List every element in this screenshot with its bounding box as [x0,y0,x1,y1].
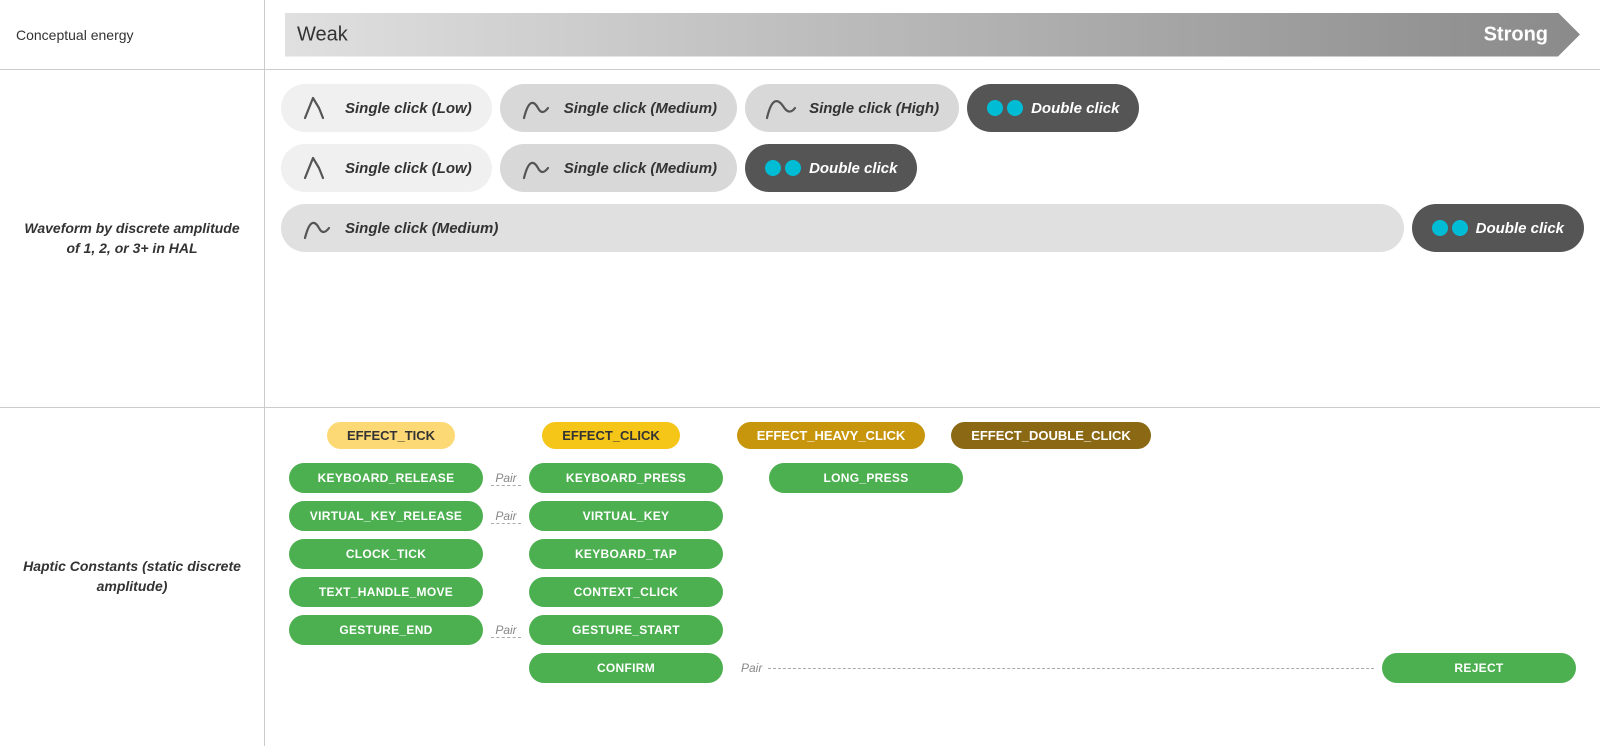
low-wave-icon-1 [301,90,337,126]
effect-tags-row: EFFECT_TICK EFFECT_CLICK EFFECT_HEAVY_CL… [281,422,1584,449]
medium-wave-icon-3 [301,210,337,246]
weak-label: Weak [297,23,348,46]
strong-label: Strong [1484,23,1548,46]
keyboard-tap-btn[interactable]: KEYBOARD_TAP [529,539,723,569]
single-click-medium-pill-3[interactable]: Single click (Medium) [281,204,1404,252]
confirm-pair-line-container: Pair [731,661,1374,675]
double-dot-icon-2 [765,160,801,176]
energy-arrow-bar: Weak Strong [265,0,1600,70]
virtual-key-col: VIRTUAL_KEY [521,501,731,531]
haptic-row-clock: CLOCK_TICK KEYBOARD_TAP [281,539,1584,569]
dot-1 [987,100,1003,116]
context-click-btn[interactable]: CONTEXT_CLICK [529,577,723,607]
gesture-end-col: GESTURE_END [281,615,491,645]
low-wave-icon-2 [301,150,337,186]
virtual-key-release-col: VIRTUAL_KEY_RELEASE [281,501,491,531]
keyboard-press-col: KEYBOARD_PRESS [521,463,731,493]
virtual-key-btn[interactable]: VIRTUAL_KEY [529,501,723,531]
medium-wave-icon-2 [520,150,556,186]
confirm-btn[interactable]: CONFIRM [529,653,723,683]
high-wave-icon [765,90,801,126]
effect-double-click-col: EFFECT_DOUBLE_CLICK [941,422,1161,449]
keyboard-tap-col: KEYBOARD_TAP [521,539,731,569]
haptic-constants-area: KEYBOARD_RELEASE Pair KEYBOARD_PRESS LON… [281,463,1584,683]
medium-wave-icon-1 [520,90,556,126]
haptic-section-label: Haptic Constants (static discrete amplit… [0,408,265,746]
effect-tick-col: EFFECT_TICK [281,422,501,449]
gesture-start-col: GESTURE_START [521,615,731,645]
double-click-pill-3[interactable]: Double click [1412,204,1584,252]
pair-gesture-connector: Pair [491,623,521,638]
haptic-row-keyboard: KEYBOARD_RELEASE Pair KEYBOARD_PRESS LON… [281,463,1584,493]
gradient-arrow: Weak Strong [285,13,1580,57]
effect-tick-tag[interactable]: EFFECT_TICK [327,422,455,449]
dot-6 [1452,220,1468,236]
dot-4 [785,160,801,176]
haptic-row-confirm: GESTURE_END CONFIRM Pair REJECT [281,653,1584,683]
long-press-col: LONG_PRESS [761,463,971,493]
pair-keyboard-connector: Pair [491,471,521,486]
single-click-low-pill-2[interactable]: Single click (Low) [281,144,492,192]
single-click-medium-pill-2[interactable]: Single click (Medium) [500,144,737,192]
waveform-row-1: Single click (Low) Single click (Medium)… [281,82,1584,134]
haptic-row-virtual: VIRTUAL_KEY_RELEASE Pair VIRTUAL_KEY [281,501,1584,531]
single-click-medium-pill-1[interactable]: Single click (Medium) [500,84,737,132]
effect-click-tag[interactable]: EFFECT_CLICK [542,422,680,449]
reject-btn[interactable]: REJECT [1382,653,1576,683]
dot-5 [1432,220,1448,236]
confirm-pair-line [768,668,1374,669]
text-handle-col: TEXT_HANDLE_MOVE [281,577,491,607]
haptic-row-text-handle: TEXT_HANDLE_MOVE CONTEXT_CLICK [281,577,1584,607]
conceptual-energy-label: Conceptual energy [0,0,265,70]
effect-double-click-tag[interactable]: EFFECT_DOUBLE_CLICK [951,422,1151,449]
pair-virtual-connector: Pair [491,509,521,524]
dot-2 [1007,100,1023,116]
effect-click-col: EFFECT_CLICK [501,422,721,449]
gesture-end-btn[interactable]: GESTURE_END [289,615,483,645]
waveform-row-2: Single click (Low) Single click (Medium)… [281,142,1584,194]
text-handle-move-btn[interactable]: TEXT_HANDLE_MOVE [289,577,483,607]
effect-heavy-click-tag[interactable]: EFFECT_HEAVY_CLICK [737,422,926,449]
long-press-btn[interactable]: LONG_PRESS [769,463,963,493]
confirm-col: CONFIRM [521,653,731,683]
haptic-row-gesture: GESTURE_END Pair GESTURE_START [281,615,1584,645]
gesture-start-btn[interactable]: GESTURE_START [529,615,723,645]
keyboard-release-btn[interactable]: KEYBOARD_RELEASE [289,463,483,493]
effect-heavy-click-col: EFFECT_HEAVY_CLICK [721,422,941,449]
keyboard-press-btn[interactable]: KEYBOARD_PRESS [529,463,723,493]
context-click-col: CONTEXT_CLICK [521,577,731,607]
virtual-key-release-btn[interactable]: VIRTUAL_KEY_RELEASE [289,501,483,531]
dot-3 [765,160,781,176]
double-dot-icon-1 [987,100,1023,116]
arrow-background [285,13,1580,57]
clock-tick-btn[interactable]: CLOCK_TICK [289,539,483,569]
waveform-content: Single click (Low) Single click (Medium)… [265,70,1600,408]
waveform-section-label: Waveform by discrete amplitude of 1, 2, … [0,70,265,408]
clock-tick-col: CLOCK_TICK [281,539,491,569]
haptic-content: EFFECT_TICK EFFECT_CLICK EFFECT_HEAVY_CL… [265,408,1600,746]
double-click-pill-2[interactable]: Double click [745,144,917,192]
double-click-pill-1[interactable]: Double click [967,84,1139,132]
waveform-row-3: Single click (Medium) Double click [281,202,1584,254]
keyboard-release-col: KEYBOARD_RELEASE [281,463,491,493]
single-click-low-pill-1[interactable]: Single click (Low) [281,84,492,132]
single-click-high-pill[interactable]: Single click (High) [745,84,959,132]
double-dot-icon-3 [1432,220,1468,236]
reject-col: REJECT [1374,653,1584,683]
